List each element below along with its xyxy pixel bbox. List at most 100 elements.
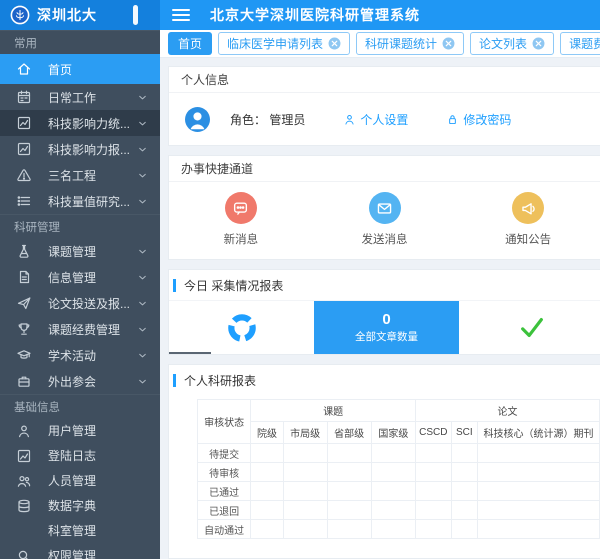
- tab-2[interactable]: 科研课题统计: [356, 32, 464, 55]
- table-cell: [327, 520, 371, 539]
- sidebar-item-grad-cap[interactable]: 学术活动: [0, 342, 160, 368]
- table-cell: [251, 463, 283, 482]
- report-table: 审核状态课题论文院级市局级省部级国家级CSCDSCI科技核心（统计源）期刊待提交…: [197, 399, 600, 539]
- sidebar-item-label: 课题经费管理: [48, 321, 137, 338]
- tab-home[interactable]: 首页: [168, 32, 212, 55]
- sidebar-item-magnifier[interactable]: 权限管理: [0, 543, 160, 559]
- row-status-label: 待提交: [198, 444, 251, 463]
- carousel-tile-loading[interactable]: [169, 301, 314, 354]
- sidebar-item-label: 科技量值研究...: [48, 193, 137, 210]
- brand-area: 深圳北大: [0, 0, 160, 30]
- sidebar-item-calendar[interactable]: 日常工作: [0, 84, 160, 110]
- profile-card: 个人信息 角色： 管理员 个人设置 修改密码: [168, 66, 600, 146]
- table-cell: [451, 501, 477, 520]
- sidebar-scrollbar[interactable]: [133, 5, 138, 25]
- tab-1[interactable]: 临床医学申请列表: [218, 32, 350, 55]
- table-cell: [251, 482, 283, 501]
- carousel-scrollbar[interactable]: [169, 352, 211, 354]
- table-col-header: SCI: [451, 422, 477, 444]
- quick-action-megaphone[interactable]: 通知公告: [456, 192, 600, 247]
- title-accent-bar: [173, 279, 176, 292]
- sidebar-item-briefcase[interactable]: 外出参会: [0, 368, 160, 394]
- table-cell: [416, 444, 452, 463]
- profile-link-lock[interactable]: 修改密码: [446, 111, 511, 128]
- table-cell: [451, 482, 477, 501]
- close-icon[interactable]: [442, 37, 455, 50]
- sidebar-item-label: 数据字典: [48, 497, 148, 514]
- sidebar-item-alert[interactable]: 三名工程: [0, 162, 160, 188]
- none-icon: [16, 523, 32, 539]
- sidebar-item-database[interactable]: 数据字典: [0, 493, 160, 518]
- tab-3[interactable]: 论文列表: [470, 32, 554, 55]
- app-header: 深圳北大 北京大学深圳医院科研管理系统: [0, 0, 600, 30]
- sidebar-item-none[interactable]: 科室管理: [0, 518, 160, 543]
- table-col-header: 院级: [251, 422, 283, 444]
- today-card: 今日 采集情况报表 0全部文章数量: [168, 269, 600, 355]
- content-area: 个人信息 角色： 管理员 个人设置修改密码 办事快捷通道 新消息发送消息通知公告: [160, 58, 600, 559]
- table-cell: [283, 444, 327, 463]
- spinner-icon: [226, 312, 258, 344]
- sidebar-item-document[interactable]: 信息管理: [0, 264, 160, 290]
- today-card-title-text: 今日 采集情况报表: [184, 277, 283, 294]
- table-cell: [283, 501, 327, 520]
- check-icon: [518, 314, 546, 342]
- table-row: 待提交: [198, 444, 600, 463]
- chevron-down-icon: [137, 170, 148, 181]
- sidebar-item-trophy[interactable]: 课题经费管理: [0, 316, 160, 342]
- sidebar-item-home[interactable]: 首页: [0, 54, 160, 84]
- report-card: 个人科研报表 审核状态课题论文院级市局级省部级国家级CSCDSCI科技核心（统计…: [168, 364, 600, 559]
- home-icon: [16, 61, 32, 77]
- table-cell: [451, 463, 477, 482]
- table-cell: [371, 482, 415, 501]
- sidebar-item-label: 用户管理: [48, 422, 148, 439]
- chevron-down-icon: [137, 196, 148, 207]
- user-icon: [343, 113, 356, 126]
- hamburger-icon[interactable]: [172, 9, 190, 21]
- sidebar-item-chart-box[interactable]: 科技影响力报...: [0, 136, 160, 162]
- sidebar-item-label: 论文投送及报...: [48, 295, 137, 312]
- close-icon[interactable]: [532, 37, 545, 50]
- quick-action-label: 发送消息: [362, 231, 408, 247]
- today-card-title: 今日 采集情况报表: [169, 270, 600, 300]
- trophy-icon: [16, 321, 32, 337]
- today-carousel: 0全部文章数量: [169, 300, 600, 354]
- sidebar-item-people[interactable]: 人员管理: [0, 468, 160, 493]
- report-card-title-text: 个人科研报表: [184, 372, 256, 389]
- document-icon: [16, 269, 32, 285]
- sidebar-item-flask[interactable]: 课题管理: [0, 238, 160, 264]
- sidebar-item-label: 首页: [48, 61, 148, 78]
- table-row: 已退回: [198, 501, 600, 520]
- table-cell: [478, 444, 600, 463]
- table-cell: [371, 463, 415, 482]
- title-accent-bar: [173, 374, 176, 387]
- sidebar-section-label: 科研管理: [0, 214, 160, 238]
- tab-4[interactable]: 课题费用报表: [560, 32, 600, 55]
- table-row: 待审核: [198, 463, 600, 482]
- sidebar-item-user[interactable]: 用户管理: [0, 418, 160, 443]
- sidebar-item-paper-plane[interactable]: 论文投送及报...: [0, 290, 160, 316]
- sidebar-item-list[interactable]: 科技量值研究...: [0, 188, 160, 214]
- table-cell: [478, 520, 600, 539]
- chevron-down-icon: [137, 324, 148, 335]
- report-table-wrap: 审核状态课题论文院级市局级省部级国家级CSCDSCI科技核心（统计源）期刊待提交…: [197, 399, 600, 539]
- quick-card: 办事快捷通道 新消息发送消息通知公告: [168, 155, 600, 260]
- sidebar-item-log-chart[interactable]: 登陆日志: [0, 443, 160, 468]
- quick-action-mail[interactable]: 发送消息: [313, 192, 457, 247]
- table-cell: [283, 463, 327, 482]
- table-cell: [478, 501, 600, 520]
- quick-action-chat[interactable]: 新消息: [169, 192, 313, 247]
- close-icon[interactable]: [328, 37, 341, 50]
- grad-cap-icon: [16, 347, 32, 363]
- sidebar-item-chart-box[interactable]: 科技影响力统...: [0, 110, 160, 136]
- profile-link-label: 修改密码: [463, 111, 511, 128]
- profile-card-title: 个人信息: [169, 67, 600, 93]
- carousel-tile-done[interactable]: [459, 301, 600, 354]
- chevron-down-icon: [137, 144, 148, 155]
- sidebar-item-label: 科技影响力报...: [48, 141, 137, 158]
- table-cell: [478, 463, 600, 482]
- carousel-tile-stat[interactable]: 0全部文章数量: [314, 301, 459, 354]
- profile-link-user[interactable]: 个人设置: [343, 111, 408, 128]
- row-status-label: 已通过: [198, 482, 251, 501]
- profile-link-label: 个人设置: [360, 111, 408, 128]
- role-line: 角色： 管理员: [230, 111, 305, 128]
